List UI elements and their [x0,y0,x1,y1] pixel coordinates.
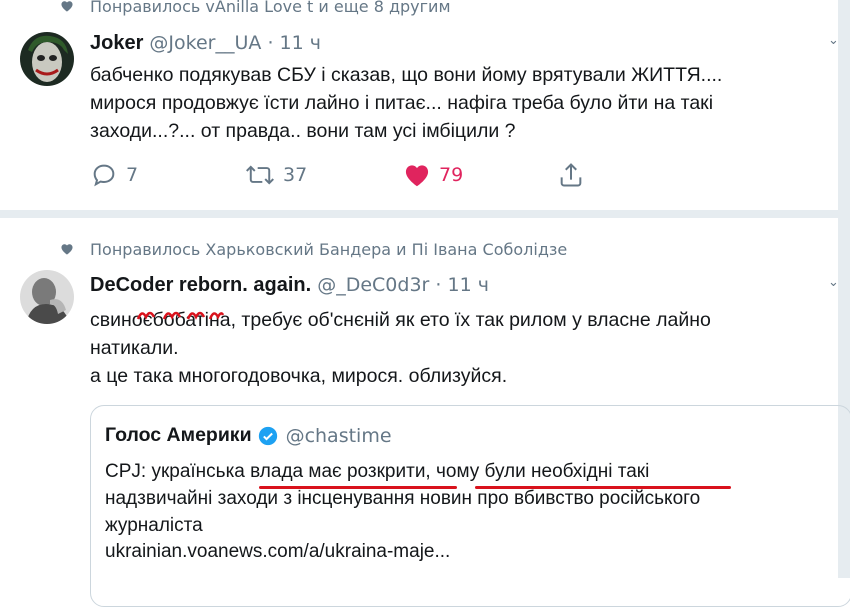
reply-count: 7 [126,164,139,186]
tweet-line: а це така многогодовочка, мирося. облизу… [90,365,508,387]
tweet-line: мирося продовжує їсти лайно і питає... н… [90,92,714,114]
retweet-count: 37 [283,164,308,186]
tweet-header: DeCoder reborn. again. @_DeC0d3r · 11 ч [90,273,489,297]
quoted-author-handle[interactable]: @chastime [286,425,392,447]
separator-dot: · [267,32,274,54]
author-handle[interactable]: @_DeC0d3r [317,274,429,296]
share-button[interactable] [557,158,585,192]
reply-button[interactable]: 7 [90,158,138,192]
quoted-tweet-link[interactable]: ukrainian.voanews.com/a/ukraina-maje... [105,541,450,563]
red-underline-annotation [259,486,457,489]
timestamp[interactable]: 11 ч [280,32,321,54]
tweet-line: бабченко подякував СБУ і сказав, що вони… [90,64,723,86]
author-name[interactable]: Joker [90,32,143,54]
author-handle[interactable]: @Joker__UA [149,32,261,54]
heart-filled-icon [405,165,429,187]
reply-icon [93,164,115,187]
heart-small-icon [61,244,73,255]
quoted-line: журналіста [105,515,203,536]
social-context-text: Понравилось Харьковский Бандера и Пі Іва… [90,240,568,259]
avatar[interactable] [20,32,74,86]
quoted-tweet[interactable]: Голос Америки @chastime CPJ: українська … [90,405,850,607]
like-button[interactable]: 79 [403,158,463,192]
red-underline-annotation [475,486,731,489]
tweet-actions: 7 37 79 [90,158,650,192]
verified-badge-icon [258,426,277,445]
quoted-line: CPJ: українська влада має розкрити, чому… [105,461,650,482]
heart-small-icon [61,1,73,12]
tweet-line: заходи...?... от правда.. вони там усі і… [90,120,516,142]
tweet-body: бабченко подякував СБУ і сказав, що вони… [90,61,830,145]
red-scribble-annotation [136,311,224,320]
tweet-decoder[interactable]: Понравилось Харьковский Бандера и Пі Іва… [0,218,850,607]
timeline-separator [0,210,838,218]
quoted-tweet-header: Голос Америки @chastime [105,424,392,447]
chevron-down-icon[interactable]: ⌄ [828,34,839,47]
retweet-button[interactable]: 37 [245,158,307,192]
tweet-line: натикали. [90,337,179,359]
quoted-line: надзвичайні заходи з інсценування новин … [105,488,701,509]
tweet-joker[interactable]: Понравилось vAnilla Love t и еще 8 други… [0,0,839,210]
like-count: 79 [439,164,464,186]
retweet-icon [246,165,274,185]
tweet-header: Joker @Joker__UA · 11 ч [90,31,321,55]
avatar[interactable] [20,270,74,324]
share-icon [560,163,582,187]
timestamp[interactable]: 11 ч [447,274,488,296]
social-context-text: Понравилось vAnilla Love t и еще 8 други… [90,0,451,16]
quoted-author-name[interactable]: Голос Америки [105,424,252,447]
chevron-down-icon[interactable]: ⌄ [828,276,839,289]
quoted-tweet-body: CPJ: українська влада має розкрити, чому… [105,458,700,539]
separator-dot: · [435,274,442,296]
author-name[interactable]: DeCoder reborn. again. [90,274,311,296]
